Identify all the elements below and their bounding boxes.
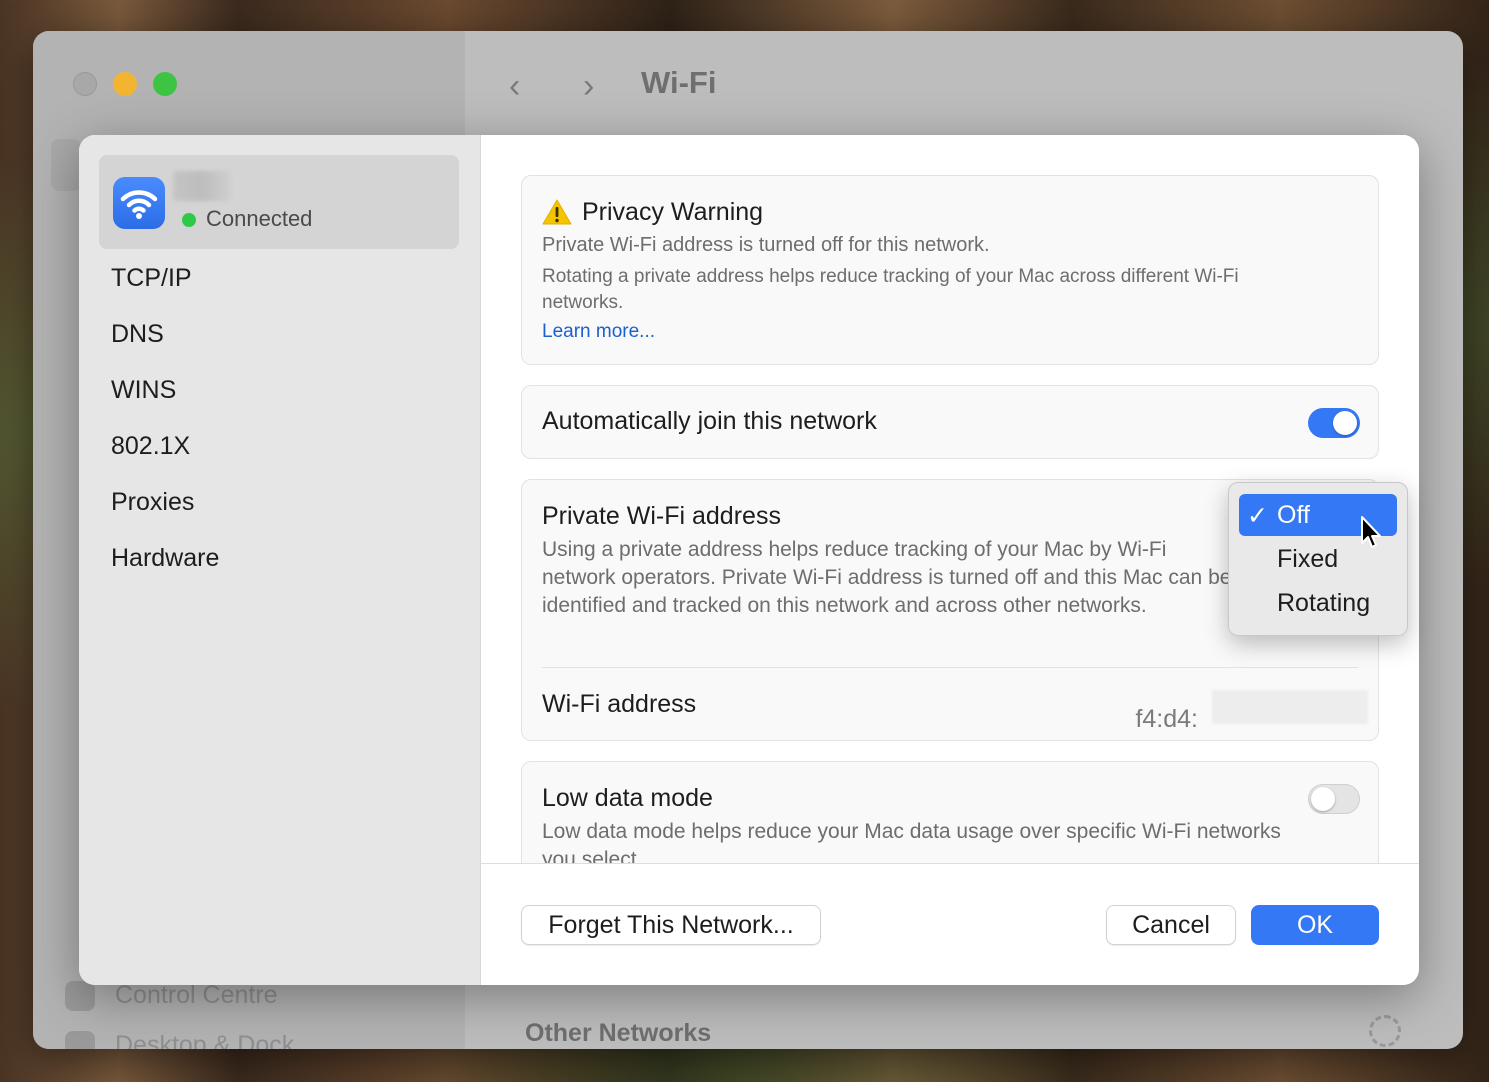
divider — [542, 667, 1358, 668]
low-data-mode-card: Low data mode Low data mode helps reduce… — [521, 761, 1379, 863]
network-name-redacted — [173, 171, 231, 201]
close-window-button[interactable] — [73, 72, 97, 96]
cancel-button[interactable]: Cancel — [1106, 905, 1236, 945]
sidebar-item-hardware[interactable]: Hardware — [111, 544, 219, 573]
privacy-warning-title: Privacy Warning — [582, 198, 764, 226]
sheet-footer: Forget This Network... Cancel OK — [481, 863, 1419, 985]
forward-button[interactable]: › — [583, 67, 594, 106]
forget-network-button[interactable]: Forget This Network... — [521, 905, 821, 945]
private-address-label: Private Wi-Fi address — [542, 502, 781, 530]
sidebar-item-wins[interactable]: WINS — [111, 376, 176, 405]
other-networks-heading: Other Networks — [525, 1019, 712, 1047]
sidebar-item-tcpip[interactable]: TCP/IP — [111, 264, 192, 293]
auto-join-toggle[interactable] — [1308, 408, 1360, 438]
privacy-warning-explanation: Rotating a private address helps reduce … — [542, 266, 1239, 313]
auto-join-row: Automatically join this network — [521, 385, 1379, 459]
sheet-sidebar: Connected TCP/IP DNS WINS 802.1X Proxies… — [79, 135, 481, 985]
network-summary-card[interactable]: Connected — [99, 155, 459, 249]
sidebar-item-dns[interactable]: DNS — [111, 320, 164, 349]
sidebar-item-8021x[interactable]: 802.1X — [111, 432, 190, 461]
back-button[interactable]: ‹ — [509, 67, 520, 106]
menu-item-label: Rotating — [1277, 589, 1371, 617]
auto-join-label: Automatically join this network — [542, 407, 877, 435]
ok-button[interactable]: OK — [1251, 905, 1379, 945]
privacy-warning-status: Private Wi-Fi address is turned off for … — [542, 234, 990, 256]
low-data-mode-toggle[interactable] — [1308, 784, 1360, 814]
checkmark-icon: ✓ — [1247, 502, 1268, 530]
low-data-mode-description: Low data mode helps reduce your Mac data… — [542, 820, 1281, 863]
settings-search-field[interactable] — [51, 139, 81, 191]
private-address-menu: ✓ Off Fixed Rotating — [1228, 482, 1408, 636]
private-address-description: Using a private address helps reduce tra… — [542, 538, 1232, 617]
warning-icon — [542, 198, 572, 226]
menu-item-label: Fixed — [1277, 545, 1339, 573]
connection-status: Connected — [206, 206, 313, 231]
mouse-pointer-icon — [1361, 516, 1381, 548]
menu-item-rotating[interactable]: Rotating — [1239, 582, 1397, 624]
privacy-warning-card: Privacy Warning Private Wi-Fi address is… — [521, 175, 1379, 365]
network-details-sheet: Connected TCP/IP DNS WINS 802.1X Proxies… — [79, 135, 1419, 985]
sidebar-item-proxies[interactable]: Proxies — [111, 488, 194, 517]
learn-more-link[interactable]: Learn more... — [542, 321, 655, 343]
wifi-address-redacted — [1212, 690, 1368, 724]
status-dot-icon — [182, 213, 196, 227]
maximize-window-button[interactable] — [153, 72, 177, 96]
low-data-mode-label: Low data mode — [542, 784, 713, 812]
minimize-window-button[interactable] — [113, 72, 137, 96]
menu-item-label: Off — [1277, 501, 1310, 529]
desktop-dock-icon — [65, 1031, 95, 1049]
control-centre-icon — [65, 981, 95, 1011]
wifi-address-value: f4:d4: — [1135, 705, 1198, 733]
wifi-icon — [113, 177, 165, 229]
page-title: Wi-Fi — [641, 65, 717, 100]
loading-spinner-icon — [1369, 1015, 1401, 1047]
sidebar-item-control-centre[interactable]: Control Centre — [115, 981, 278, 1010]
sidebar-item-desktop-dock[interactable]: Desktop & Dock — [115, 1031, 294, 1049]
wifi-address-label: Wi-Fi address — [542, 690, 697, 718]
